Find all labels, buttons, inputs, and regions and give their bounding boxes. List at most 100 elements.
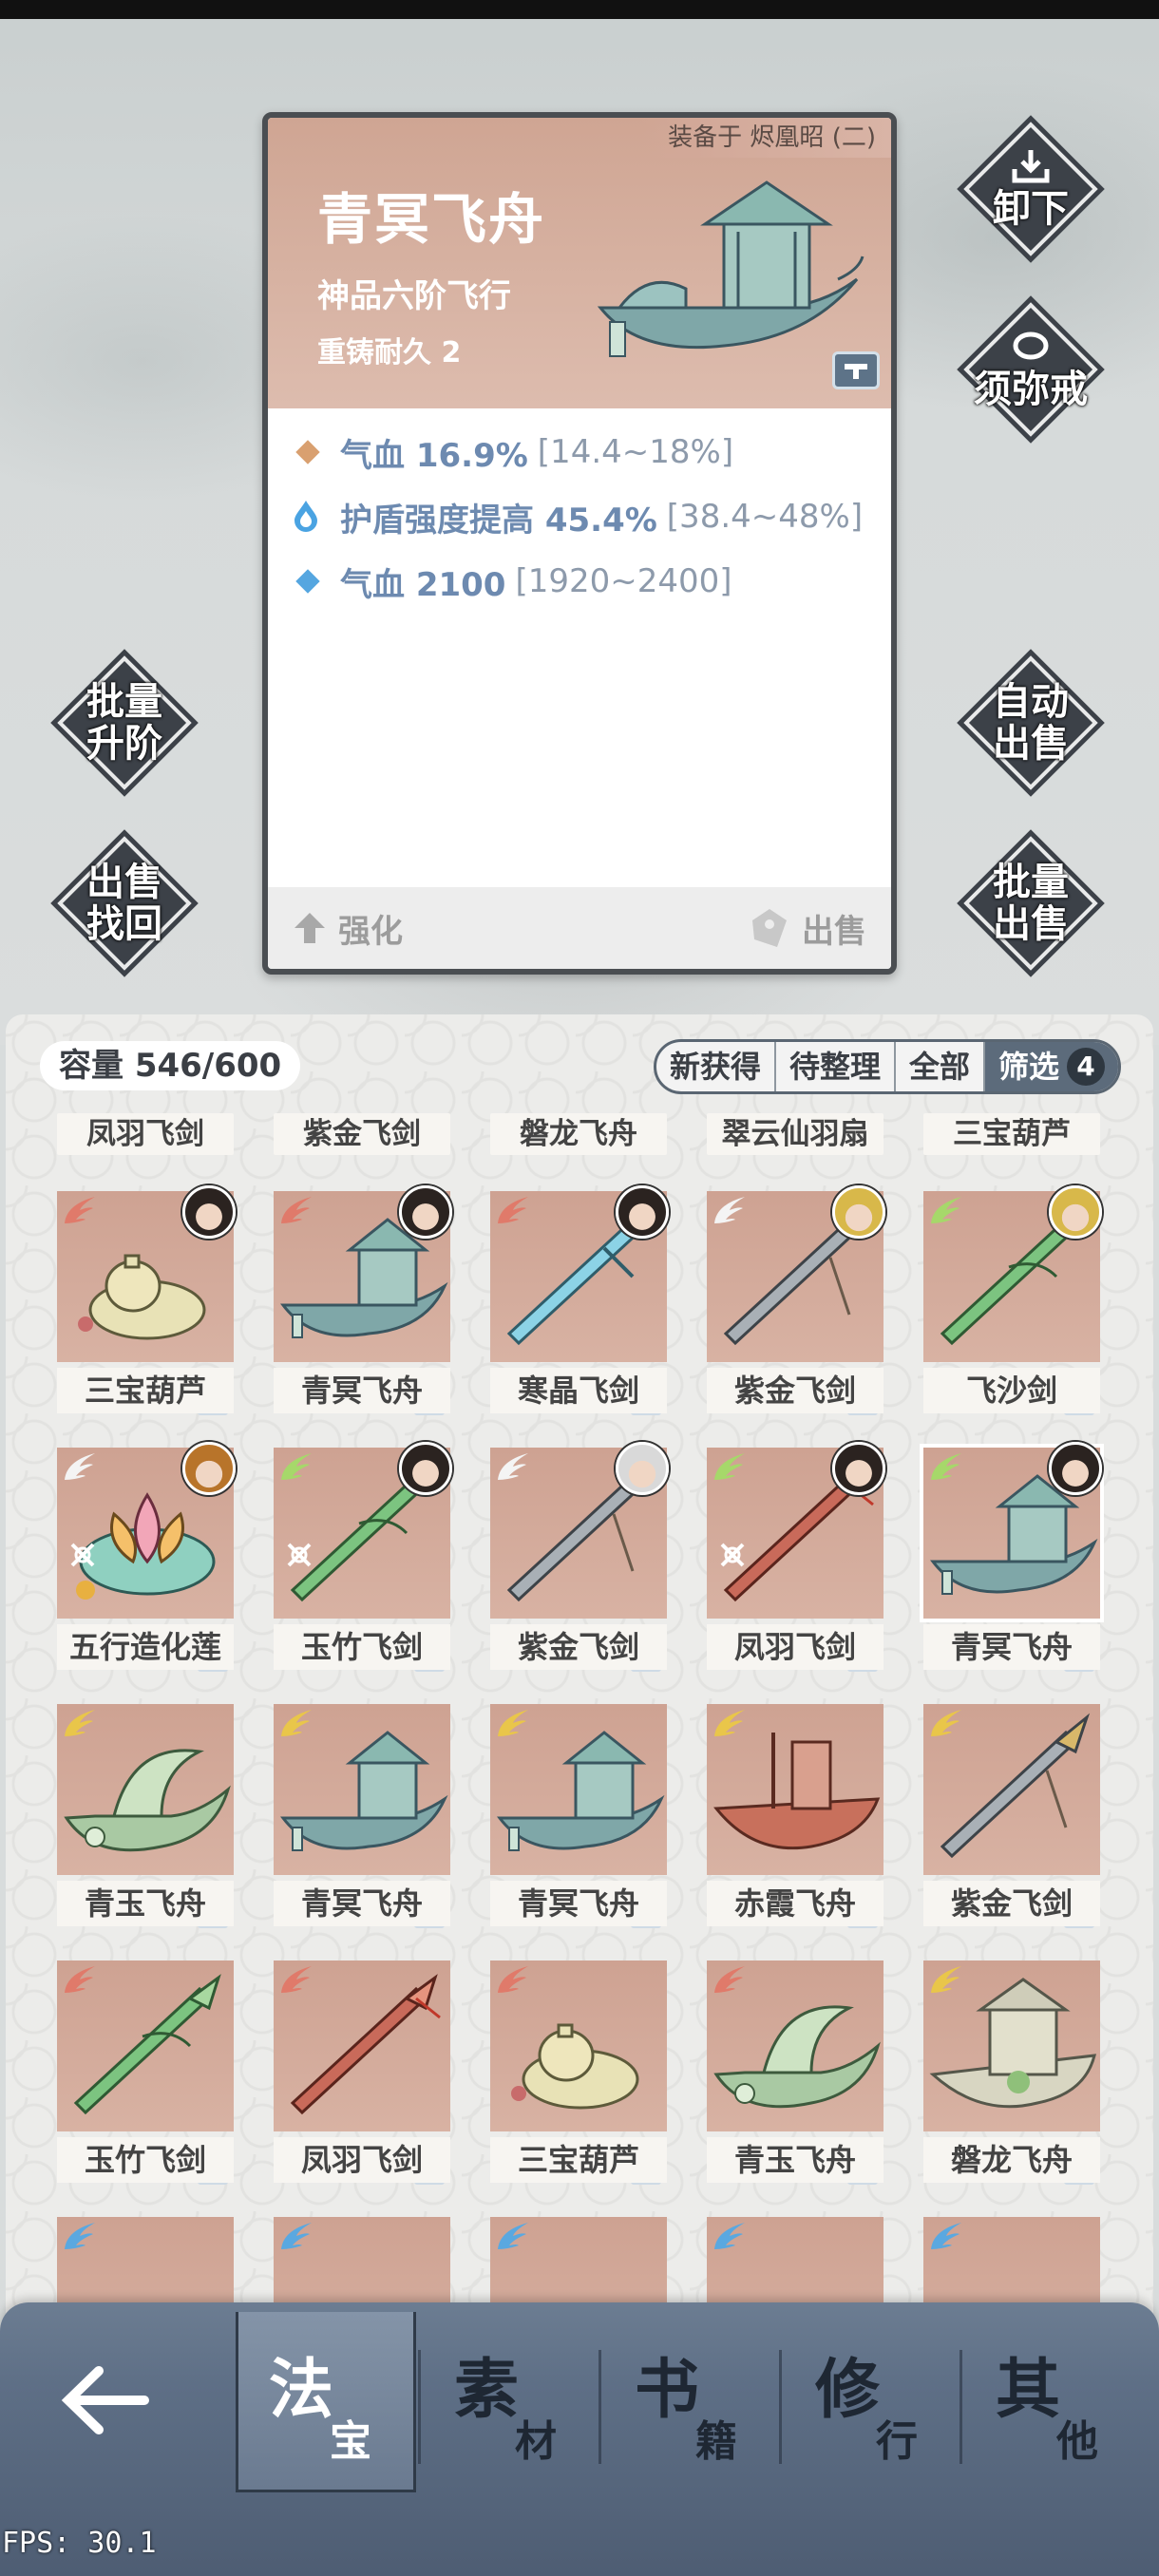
tab-books[interactable]: 书 籍: [604, 2312, 785, 2492]
item-durability: 重铸耐久 2: [317, 336, 462, 369]
filter-screen-button[interactable]: 筛选 4: [984, 1042, 1118, 1091]
inventory-item[interactable]: 磐龙飞舟: [923, 1960, 1100, 2190]
inventory-item[interactable]: 紫金飞剑: [490, 1442, 669, 1677]
lock-badge-icon[interactable]: [832, 351, 880, 389]
batch-upgrade-label-line1: 批量: [86, 680, 162, 724]
enhance-label: 强化: [338, 912, 403, 951]
batch-sell-button[interactable]: 批量 出售: [960, 832, 1102, 975]
element-glyph-icon: [70, 1543, 95, 1567]
inventory-item[interactable]: 寒晶飞剑: [490, 1185, 669, 1421]
inventory-item[interactable]: 青冥飞舟: [490, 1704, 667, 1934]
inventory-item[interactable]: 青冥飞舟: [274, 1704, 450, 1934]
tab-other-subchar: 他: [1056, 2417, 1098, 2466]
rarity-wing-icon: [65, 2223, 95, 2249]
inventory-item[interactable]: 赤霞飞舟: [707, 1704, 884, 1934]
batch-sell-label-line1: 批量: [993, 861, 1069, 904]
sell-label: 出售: [802, 912, 866, 951]
enhance-button[interactable]: 强化: [293, 905, 403, 952]
inventory-item[interactable]: 青冥飞舟: [274, 1185, 452, 1421]
inventory-item[interactable]: 三宝葫芦: [57, 1185, 236, 1421]
batch-upgrade-button[interactable]: 批量 升阶: [53, 652, 196, 794]
rarity-wing-icon: [65, 1197, 95, 1223]
stat-range: [14.4~18%]: [537, 433, 734, 471]
rarity-wing-icon: [65, 1453, 95, 1480]
tab-cultivation[interactable]: 修 行: [785, 2312, 965, 2492]
rarity-wing-icon: [714, 1197, 745, 1223]
stat-range: [38.4~48%]: [666, 498, 864, 536]
filter-screen-label: 筛选: [998, 1049, 1059, 1085]
auto-sell-button[interactable]: 自动 出售: [960, 652, 1102, 794]
rarity-wing-icon: [498, 1197, 528, 1223]
capacity-label: 容量 546/600: [40, 1041, 301, 1090]
owner-avatar: [1049, 1185, 1102, 1239]
inventory-item[interactable]: 玉竹飞剑: [274, 1442, 452, 1677]
item-name: 翠云仙羽扇: [707, 1113, 884, 1155]
inventory-item[interactable]: 紫金飞剑: [923, 1704, 1100, 1934]
inventory-item[interactable]: 玉竹飞剑: [57, 1960, 234, 2190]
item-name: 三宝葫芦: [923, 1113, 1100, 1155]
tab-materials[interactable]: 素 材: [424, 2312, 604, 2492]
filter-new[interactable]: 新获得: [656, 1042, 776, 1091]
rarity-wing-icon: [281, 2223, 312, 2249]
tab-cultivation-subchar: 行: [876, 2417, 918, 2466]
tab-materials-char: 素: [454, 2352, 520, 2428]
owner-avatar: [1049, 1442, 1102, 1495]
item-name: 五行造化莲: [57, 1624, 234, 1670]
tab-other[interactable]: 其 他: [965, 2312, 1146, 2492]
owner-avatar: [832, 1442, 885, 1495]
inventory-item[interactable]: 凤羽飞剑: [274, 1960, 450, 2190]
sell-recover-button[interactable]: 出售 找回: [53, 832, 196, 975]
item-name: 凤羽飞剑: [57, 1113, 234, 1155]
tab-treasures-subchar: 宝: [330, 2417, 371, 2466]
inventory-item[interactable]: 五行造化莲: [57, 1442, 236, 1677]
fps-counter: FPS: 30.1: [2, 2527, 157, 2560]
rarity-wing-icon: [931, 2223, 961, 2249]
batch-sell-label-line2: 出售: [993, 902, 1069, 946]
inventory-item[interactable]: 凤羽飞剑: [707, 1442, 885, 1677]
tab-books-char: 书: [635, 2352, 700, 2428]
owner-avatar: [182, 1442, 236, 1495]
orange-diamond-icon: [289, 433, 327, 471]
rarity-wing-icon: [498, 2223, 528, 2249]
tab-materials-subchar: 材: [515, 2417, 557, 2466]
unequip-label: 卸下: [993, 187, 1069, 231]
inventory-item[interactable]: 青玉飞舟: [707, 1960, 884, 2190]
tab-treasures[interactable]: 法 宝: [236, 2312, 416, 2492]
sell-button[interactable]: 出售: [749, 905, 866, 952]
sell-recover-label-line1: 出售: [86, 861, 162, 904]
inventory-item[interactable]: 紫金飞剑: [707, 1185, 885, 1421]
owner-avatar: [616, 1442, 669, 1495]
auto-sell-label-line2: 出售: [993, 722, 1069, 766]
rarity-wing-icon: [498, 1453, 528, 1480]
back-arrow-icon[interactable]: [57, 2358, 152, 2443]
inventory-item[interactable]: 青冥飞舟: [923, 1442, 1102, 1677]
inventory-item[interactable]: 三宝葫芦: [490, 1960, 667, 2190]
unequip-button[interactable]: 卸下: [960, 118, 1102, 260]
inventory-item[interactable]: 青玉飞舟: [57, 1704, 234, 1934]
item-stats-list: 气血 16.9% [14.4~18%] 护盾强度提高 45.4% [38.4~4…: [289, 420, 878, 614]
filter-tabs: 新获得 待整理 全部 筛选 4: [653, 1039, 1121, 1094]
filter-all[interactable]: 全部: [896, 1042, 985, 1091]
inventory-item[interactable]: 飞沙剑: [923, 1185, 1102, 1421]
item-detail-card: 装备于 烬凰昭 (二) 青冥飞舟 神品六阶飞行 重铸耐久 2 气血 16.9% …: [262, 112, 897, 975]
item-name: 青冥飞舟: [490, 1881, 667, 1926]
filter-to-organize[interactable]: 待整理: [776, 1042, 896, 1091]
filter-count-badge: 4: [1067, 1048, 1105, 1086]
item-name: 青冥飞舟: [923, 1624, 1100, 1670]
blue-diamond-icon: [289, 562, 327, 600]
item-title: 青冥飞舟: [317, 187, 546, 252]
rarity-wing-icon: [714, 1966, 745, 1993]
element-glyph-icon: [720, 1543, 745, 1567]
unequip-icon: [1012, 150, 1050, 183]
sell-recover-label-line2: 找回: [86, 902, 162, 946]
partial-top-row: 凤羽飞剑 紫金飞剑 磐龙飞舟 翠云仙羽扇 三宝葫芦: [6, 1113, 1153, 1157]
rarity-wing-icon: [714, 1453, 745, 1480]
item-name: 凤羽飞剑: [274, 2137, 450, 2183]
item-name: 飞沙剑: [923, 1368, 1100, 1413]
item-name: 青冥飞舟: [274, 1368, 450, 1413]
item-name: 三宝葫芦: [490, 2137, 667, 2183]
stat-range: [1920~2400]: [515, 562, 732, 600]
sumeru-ring-button[interactable]: 须弥戒: [960, 298, 1102, 441]
rarity-wing-icon: [65, 1966, 95, 1993]
tab-treasures-char: 法: [269, 2352, 334, 2428]
